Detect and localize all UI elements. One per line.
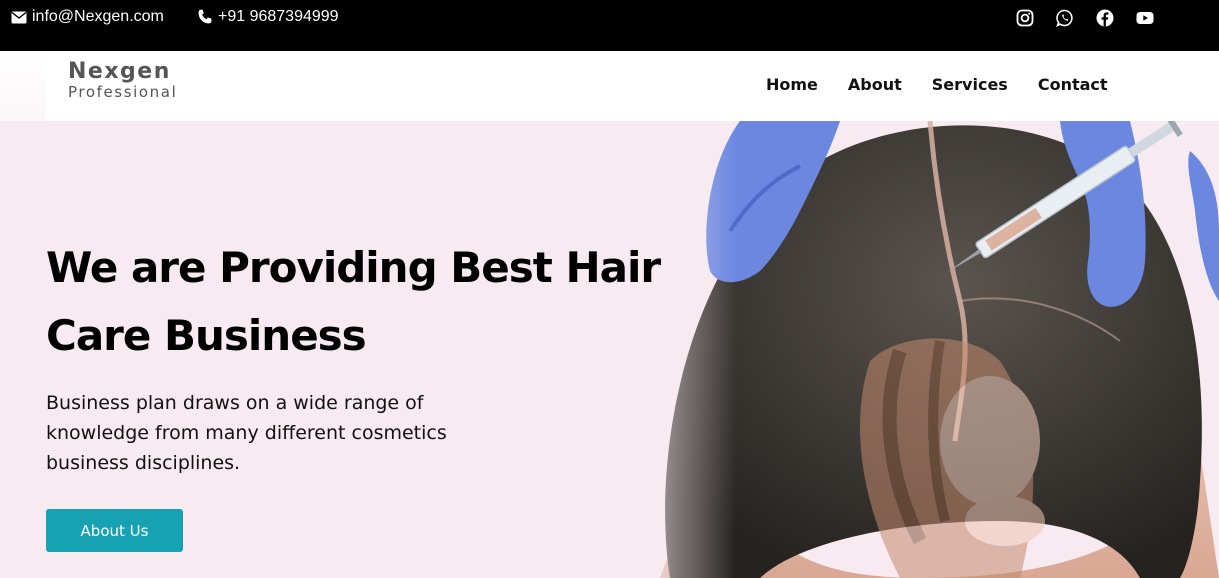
email-contact[interactable]: info@Nexgen.com: [11, 8, 164, 26]
main-navbar: Nexgen Professional Home About Services …: [0, 51, 1219, 121]
email-text: info@Nexgen.com: [32, 8, 164, 25]
brand-name: Nexgen: [68, 59, 171, 84]
phone-contact[interactable]: +91 9687394999: [197, 8, 339, 26]
hero-headline: We are Providing Best Hair Care Business: [46, 234, 686, 370]
hero-headline-line1: We are Providing Best Hair: [46, 243, 661, 292]
youtube-icon[interactable]: [1136, 9, 1154, 27]
whatsapp-icon[interactable]: [1056, 9, 1074, 27]
instagram-icon[interactable]: [1016, 9, 1034, 27]
hero-section: We are Providing Best Hair Care Business…: [0, 121, 1219, 578]
navbar-edge: [0, 51, 46, 121]
facebook-icon[interactable]: [1096, 9, 1114, 27]
nav-item-services[interactable]: Services: [932, 75, 1008, 94]
brand-logo[interactable]: Nexgen Professional: [68, 61, 177, 100]
phone-text: +91 9687394999: [218, 8, 339, 25]
hero-subtext: Business plan draws on a wide range of k…: [46, 392, 447, 474]
hero-image: [600, 121, 1219, 578]
social-links: [1016, 9, 1154, 27]
nav-item-home[interactable]: Home: [766, 75, 818, 94]
nav-item-contact[interactable]: Contact: [1038, 75, 1108, 94]
hero-headline-line2: Care Business: [46, 311, 367, 360]
phone-icon: [198, 9, 212, 24]
top-bar: info@Nexgen.com +91 9687394999: [0, 0, 1219, 51]
nav-item-about[interactable]: About: [848, 75, 902, 94]
brand-tagline: Professional: [68, 83, 178, 101]
nav-menu: Home About Services Contact: [766, 75, 1108, 94]
about-us-button[interactable]: About Us: [46, 509, 183, 552]
envelope-icon: [11, 11, 27, 23]
